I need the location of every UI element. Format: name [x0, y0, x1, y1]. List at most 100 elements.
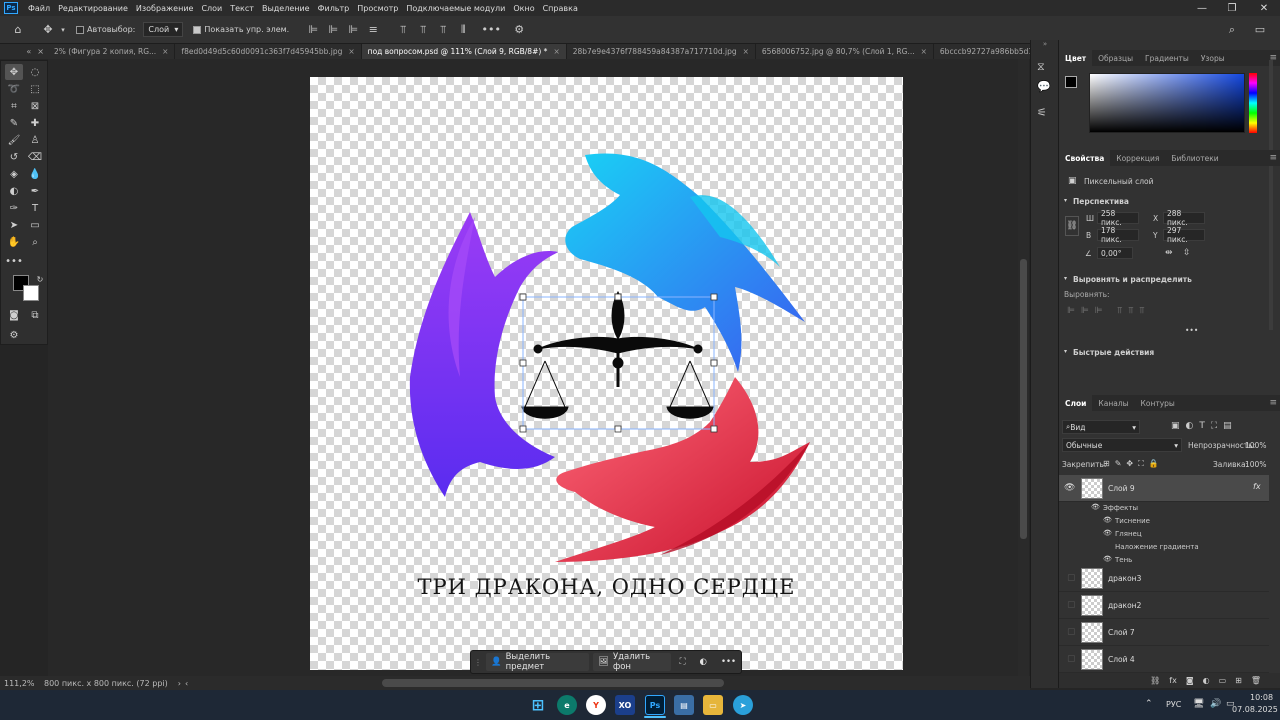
search-icon[interactable]: ⌕: [1222, 20, 1242, 40]
panel-menu-icon[interactable]: ≡: [1269, 153, 1277, 163]
adjust-icon[interactable]: ◐: [695, 653, 712, 671]
menu-filter[interactable]: Фильтр: [314, 4, 354, 13]
tab-doc-1[interactable]: 2% (Фигура 2 копия, RG... ×: [48, 44, 176, 59]
tab-gradients[interactable]: Градиенты: [1139, 50, 1195, 66]
photoshop-taskbar-icon[interactable]: Ps: [645, 695, 665, 715]
align-bottom-icon[interactable]: ⫪: [433, 20, 453, 40]
chevron-down-icon[interactable]: ▾: [58, 20, 68, 40]
type-tool-icon[interactable]: T: [26, 200, 44, 216]
lock-icons[interactable]: ⊞✎✥⛶🔒: [1103, 459, 1164, 469]
blur-tool-icon[interactable]: 💧: [26, 166, 44, 182]
clock-time[interactable]: 10:08: [1250, 693, 1273, 702]
chevron-right-icon[interactable]: ›: [178, 679, 181, 688]
align-right-icon[interactable]: ⊫: [343, 20, 363, 40]
zoom-level[interactable]: 111,2%: [4, 679, 40, 688]
restore-icon[interactable]: ❐: [1218, 0, 1246, 16]
autoselect-toggle[interactable]: Автовыбор:: [76, 25, 135, 34]
chevron-down-icon[interactable]: ▾: [1064, 275, 1067, 282]
eye-icon[interactable]: 👁: [1091, 503, 1100, 511]
document-canvas[interactable]: ТРИ ДРАКОНА, ОДНО СЕРДЦЕ: [310, 77, 903, 670]
swap-colors-icon[interactable]: ↻: [31, 271, 49, 287]
link-icon[interactable]: ⛓: [1065, 216, 1079, 236]
tab-channels[interactable]: Каналы: [1092, 395, 1134, 411]
windows-start-icon[interactable]: ⊞: [528, 695, 548, 715]
screen-mode-icon[interactable]: ⧉: [26, 307, 44, 323]
layer-row[interactable]: ▢ дракон3: [1059, 565, 1269, 592]
angle-field[interactable]: 0,00°: [1097, 247, 1133, 259]
chevron-left-icon[interactable]: ‹: [185, 679, 188, 688]
hand-tool-icon[interactable]: ✋: [5, 234, 23, 250]
close-icon[interactable]: ×: [743, 47, 749, 56]
layer-row[interactable]: ▢ Слой 4: [1059, 646, 1269, 673]
stamp-tool-icon[interactable]: ♙: [26, 132, 44, 148]
tab-doc-3[interactable]: под вопросом.psd @ 111% (Слой 9, RGB/8#)…: [361, 44, 567, 59]
panel-scrollbar[interactable]: [1269, 60, 1273, 330]
vertical-scrollbar[interactable]: [1018, 59, 1029, 676]
align-center-icon[interactable]: ⊫: [323, 20, 343, 40]
height-field[interactable]: 178 пикс.: [1097, 226, 1139, 244]
extras-icon[interactable]: ⚙: [5, 327, 23, 343]
flip-horizontal-icon[interactable]: ⇹: [1165, 248, 1173, 258]
quick-mask-icon[interactable]: ◙: [5, 307, 23, 323]
blend-mode-select[interactable]: Обычные ▾: [1062, 438, 1182, 452]
double-chevron-left-icon[interactable]: «: [26, 47, 31, 56]
tab-properties[interactable]: Свойства: [1059, 150, 1111, 166]
tab-color[interactable]: Цвет: [1059, 50, 1093, 66]
hidden-eye-icon[interactable]: ▢: [1067, 654, 1076, 664]
menu-plugins[interactable]: Подключаемые модули: [402, 4, 509, 13]
drag-handle-icon[interactable]: ⋮: [474, 658, 482, 667]
menu-edit[interactable]: Редактирование: [54, 4, 132, 13]
history-icon[interactable]: ⧖: [1037, 60, 1045, 74]
autoselect-select[interactable]: Слой ▾: [143, 22, 184, 37]
transform-icon[interactable]: ⛶: [675, 653, 691, 671]
close-icon[interactable]: ✕: [1250, 0, 1278, 16]
show-transform-toggle[interactable]: Показать упр. элем.: [193, 25, 289, 34]
section-perspective[interactable]: Перспектива: [1073, 197, 1129, 206]
menu-type[interactable]: Текст: [226, 4, 258, 13]
bucket-tool-icon[interactable]: ◈: [5, 166, 23, 182]
section-align[interactable]: Выровнять и распределить: [1073, 275, 1192, 284]
y-field[interactable]: 297 пикс.: [1163, 226, 1205, 244]
marquee-tool-icon[interactable]: ◌: [26, 64, 44, 80]
more-icon[interactable]: •••: [1185, 326, 1198, 335]
tab-patterns[interactable]: Узоры: [1195, 50, 1231, 66]
close-icon[interactable]: ×: [553, 47, 559, 56]
more-icon[interactable]: •••: [481, 20, 501, 40]
clock-date[interactable]: 07.08.2025: [1232, 705, 1278, 714]
section-quick-actions[interactable]: Быстрые действия: [1073, 348, 1154, 357]
menu-select[interactable]: Выделение: [258, 4, 314, 13]
autoselect-checkbox[interactable]: [76, 25, 84, 34]
layer-row[interactable]: ▢ дракон2: [1059, 592, 1269, 619]
x-field[interactable]: 288 пикс.: [1163, 209, 1205, 227]
tabs-collapse[interactable]: «×: [0, 44, 48, 59]
menu-image[interactable]: Изображение: [132, 4, 198, 13]
align-left-icon[interactable]: ⊫: [303, 20, 323, 40]
layer-filter-icons[interactable]: ▣◐T⛶▤: [1171, 421, 1238, 431]
width-field[interactable]: 258 пикс.: [1097, 209, 1139, 227]
move-tool-icon[interactable]: ✥: [5, 64, 23, 80]
background-color-swatch[interactable]: [23, 285, 39, 301]
history-brush-tool-icon[interactable]: ↺: [5, 149, 23, 165]
crop-tool-icon[interactable]: ⌗: [5, 98, 23, 114]
select-subject-button[interactable]: 👤 Выделить предмет: [486, 652, 590, 672]
tab-swatches[interactable]: Образцы: [1092, 50, 1139, 66]
home-icon[interactable]: ⌂: [8, 20, 28, 40]
layer-filter-select[interactable]: ⌕ Вид ▾: [1062, 420, 1140, 434]
file-explorer-icon[interactable]: ▭: [703, 695, 723, 715]
menu-window[interactable]: Окно: [509, 4, 538, 13]
gear-icon[interactable]: ⚙: [509, 20, 529, 40]
close-panel-icon[interactable]: ×: [37, 47, 44, 56]
eye-icon[interactable]: 👁: [1103, 516, 1112, 524]
eraser-tool-icon[interactable]: ⌫: [26, 149, 44, 165]
color-field[interactable]: [1089, 73, 1245, 133]
object-select-tool-icon[interactable]: ⬚: [26, 81, 44, 97]
eyedropper-tool-icon[interactable]: ✎: [5, 115, 23, 131]
panel-menu-icon[interactable]: ≡: [1269, 398, 1277, 408]
more-icon[interactable]: •••: [716, 653, 741, 671]
align-justify-icon[interactable]: ≡: [363, 20, 383, 40]
fx-icon[interactable]: fx: [1169, 676, 1177, 685]
layer-row-selected[interactable]: 👁 Слой 9 fx: [1059, 475, 1269, 502]
tab-paths[interactable]: Контуры: [1135, 395, 1181, 411]
pen-tool-icon[interactable]: ✒: [26, 183, 44, 199]
hidden-eye-icon[interactable]: ▢: [1067, 573, 1076, 583]
